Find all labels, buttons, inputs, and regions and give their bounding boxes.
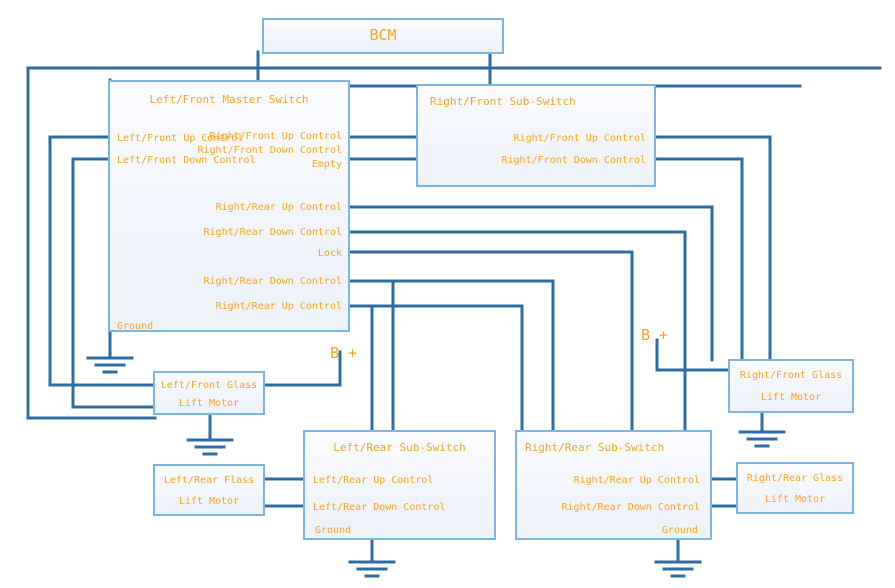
lrsub-pin-down: Left/Rear Down Control	[313, 502, 446, 513]
master-pin-right-rear-down: Right/Rear Down Control	[203, 227, 342, 238]
right-front-sub-switch-title: Right/Front Sub-Switch	[430, 95, 576, 108]
master-pin-ground: Ground	[117, 321, 154, 332]
left-front-motor-line2: Lift Motor	[178, 398, 240, 409]
master-pin-right-front-down: Right/Front Down Control	[197, 145, 343, 156]
ground-symbol-left-front-motor	[186, 438, 234, 456]
left-rear-motor-line2: Lift Motor	[178, 496, 240, 507]
right-rear-sub-switch-box[interactable]: Right/Rear Sub-Switch Right/Rear Up Cont…	[515, 430, 712, 540]
rrsub-pin-ground: Ground	[661, 525, 698, 536]
left-front-motor-box[interactable]: Left/Front Glass Lift Motor	[153, 371, 265, 415]
right-front-motor-line1: Right/Front Glass	[739, 370, 843, 381]
right-front-motor-box[interactable]: Right/Front Glass Lift Motor	[728, 359, 854, 413]
left-front-motor-line1: Left/Front Glass	[160, 380, 258, 391]
wire-rr-down-a	[346, 230, 687, 440]
right-rear-motor-box[interactable]: Right/Rear Glass Lift Motor	[736, 462, 854, 514]
master-pin-right-rear-up: Right/Rear Up Control	[215, 202, 342, 213]
left-rear-sub-switch-title: Left/Rear Sub-Switch	[333, 441, 466, 454]
master-pin-lock: Lock	[317, 248, 342, 259]
left-rear-motor-line1: Left/Rear Flass	[163, 475, 255, 486]
master-pin-right-rear-down-2: Right/Rear Down Control	[203, 276, 342, 287]
master-switch-title: Left/Front Master Switch	[149, 93, 309, 106]
bcm-box[interactable]: BCM	[262, 18, 504, 54]
right-front-motor-line2: Lift Motor	[760, 392, 822, 403]
rfsub-pin-up: Right/Front Up Control	[513, 133, 646, 144]
lrsub-pin-ground: Ground	[315, 525, 352, 536]
wire-rr-up-b	[346, 304, 524, 440]
ground-symbol-left-rear	[348, 560, 396, 578]
ground-symbol-right-rear	[654, 560, 702, 578]
bcm-label: BCM	[369, 26, 397, 44]
left-rear-motor-box[interactable]: Left/Rear Flass Lift Motor	[153, 464, 265, 516]
right-rear-motor-line1: Right/Rear Glass	[746, 473, 844, 484]
wire-right-bplus	[655, 338, 732, 372]
wire-lf-motor-bplus	[263, 350, 342, 387]
right-rear-sub-switch-title: Right/Rear Sub-Switch	[525, 441, 665, 454]
ground-symbol-right-front-motor	[738, 430, 786, 448]
left-rear-sub-switch-box[interactable]: Left/Rear Sub-Switch Left/Rear Up Contro…	[303, 430, 496, 540]
right-rear-motor-line2: Lift Motor	[764, 494, 826, 505]
rfsub-pin-down: Right/Front Down Control	[501, 155, 647, 166]
rrsub-pin-up: Right/Rear Up Control	[573, 475, 700, 486]
master-pin-right-front-up: Right/Front Up Control	[209, 131, 342, 142]
right-b-plus-label: B +	[641, 326, 669, 344]
lrsub-pin-up: Left/Rear Up Control	[313, 475, 434, 486]
left-b-plus-label: B +	[330, 344, 358, 362]
master-pin-right-rear-up-2: Right/Rear Up Control	[215, 301, 342, 312]
master-pin-empty: Empty	[311, 159, 342, 170]
rrsub-pin-down: Right/Rear Down Control	[561, 502, 700, 513]
ground-symbol-master	[86, 356, 134, 374]
left-front-master-switch-box[interactable]: Left/Front Master Switch Left/Front Up C…	[108, 80, 350, 332]
right-front-sub-switch-box[interactable]: Right/Front Sub-Switch Right/Front Up Co…	[416, 84, 656, 187]
wiring-diagram-canvas: BCM Left/Front Master Switch Left/Front …	[0, 0, 895, 588]
